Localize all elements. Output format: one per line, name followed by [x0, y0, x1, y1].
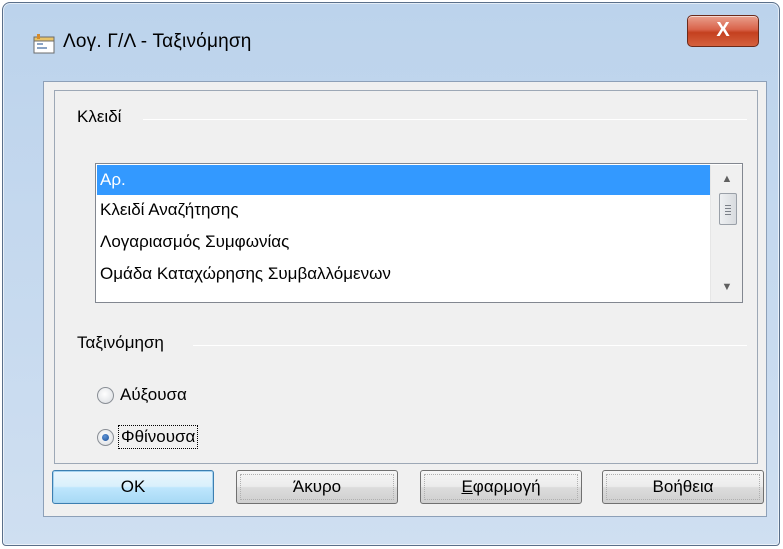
radio-ascending[interactable]: Αύξουσα — [97, 383, 189, 407]
scroll-up-icon[interactable]: ▲ — [711, 167, 743, 191]
help-button-label: Βοήθεια — [652, 477, 714, 496]
sort-section-divider — [193, 345, 747, 346]
apply-button[interactable]: Εφαρμογή — [420, 470, 582, 504]
title-bar[interactable]: Λογ. Γ/Λ - Ταξινόμηση X — [3, 3, 779, 81]
window-title: Λογ. Γ/Λ - Ταξινόμηση — [63, 31, 252, 52]
dialog-client-area: Κλειδί Αρ. Κλειδί Αναζήτησης Λογαριασμός… — [43, 81, 767, 517]
list-item[interactable]: Λογαριασμός Συμφωνίας — [97, 227, 711, 257]
list-item[interactable]: Κλειδί Αναζήτησης — [97, 195, 711, 225]
apply-label-rest: φαρμογή — [472, 477, 541, 496]
listbox-scrollbar[interactable]: ▲ ▼ — [710, 165, 742, 302]
radio-ascending-label[interactable]: Αύξουσα — [118, 384, 189, 406]
radio-descending-label[interactable]: Φθίνουσα — [118, 425, 199, 449]
close-icon: X — [716, 19, 730, 41]
scroll-thumb[interactable] — [719, 193, 737, 225]
key-section-divider — [143, 119, 747, 120]
window-icon — [33, 34, 55, 54]
close-button[interactable]: X — [687, 15, 759, 47]
ok-button-label: OK — [120, 477, 146, 496]
ok-button[interactable]: OK — [52, 470, 214, 504]
list-item[interactable]: Ομάδα Καταχώρησης Συμβαλλόμενων — [97, 259, 711, 289]
options-panel: Κλειδί Αρ. Κλειδί Αναζήτησης Λογαριασμός… — [54, 90, 758, 464]
key-listbox[interactable]: Αρ. Κλειδί Αναζήτησης Λογαριασμός Συμφων… — [95, 163, 743, 303]
radio-button-ascending[interactable] — [97, 386, 114, 404]
sort-dialog-window: Λογ. Γ/Λ - Ταξινόμηση X Κλειδί Αρ. Κλειδ… — [2, 2, 780, 546]
cancel-button[interactable]: Άκυρο — [236, 470, 398, 504]
key-section-label: Κλειδί — [77, 107, 122, 126]
sort-section-label: Ταξινόμηση — [77, 333, 164, 352]
scroll-down-icon[interactable]: ▼ — [711, 275, 743, 299]
cancel-button-label: Άκυρο — [292, 477, 342, 496]
radio-button-descending[interactable] — [97, 428, 114, 446]
help-button[interactable]: Βοήθεια — [602, 470, 764, 504]
list-item[interactable]: Αρ. — [97, 165, 711, 195]
radio-descending[interactable]: Φθίνουσα — [97, 425, 199, 449]
apply-accelerator: Ε — [461, 477, 473, 496]
apply-button-label: Εφαρμογή — [461, 477, 540, 496]
